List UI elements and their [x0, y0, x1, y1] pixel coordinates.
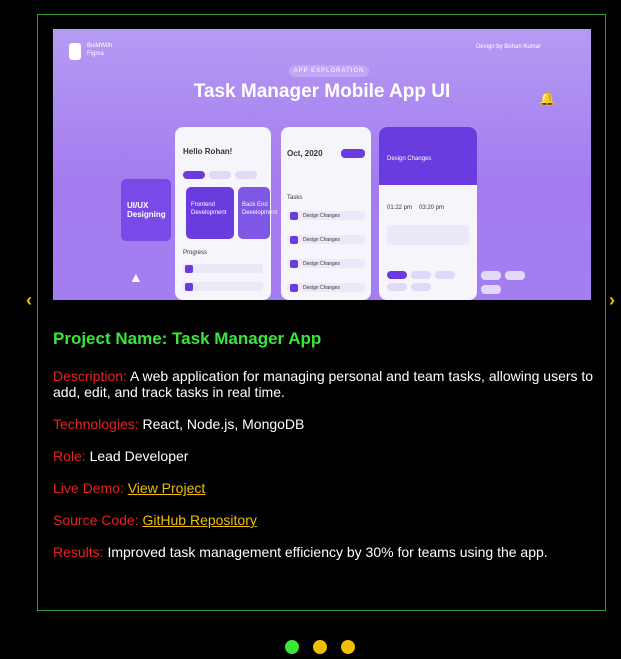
carousel-dot[interactable]	[341, 640, 355, 654]
source-code-row: Source Code: GitHub Repository	[53, 512, 598, 528]
figma-logo-icon	[69, 43, 81, 60]
description-text: A web application for managing personal …	[53, 368, 594, 400]
technologies-text: React, Node.js, MongoDB	[142, 416, 305, 432]
github-repository-link[interactable]: GitHub Repository	[143, 512, 257, 528]
role-text: Lead Developer	[89, 448, 189, 464]
carousel-dot[interactable]	[285, 640, 299, 654]
view-project-link[interactable]: View Project	[128, 480, 206, 496]
logo-text: BuildWith Figma	[87, 43, 113, 57]
bell-icon: 🔔	[539, 91, 556, 106]
results-row: Results: Improved task management effici…	[53, 544, 598, 560]
mockup-phone-calendar: Oct, 2020 Tasks Design Changes Design Ch…	[281, 127, 371, 300]
mockup-phone-detail: Design Changes 01:22 pm 03:20 pm	[379, 127, 477, 300]
design-credit: Design by Bohan Kumar	[475, 44, 541, 50]
technologies-label: Technologies:	[53, 416, 139, 432]
description-row: Description: A web application for manag…	[53, 368, 598, 400]
project-details: Project Name: Task Manager App Descripti…	[53, 329, 598, 576]
carousel-prev-button[interactable]: ‹	[26, 290, 32, 311]
exploration-badge: APP EXPLORATION	[289, 65, 369, 77]
description-label: Description:	[53, 368, 127, 384]
rocket-icon: ▲	[129, 269, 143, 285]
role-label: Role:	[53, 448, 86, 464]
role-row: Role: Lead Developer	[53, 448, 598, 464]
carousel-next-button[interactable]: ›	[609, 290, 615, 311]
results-label: Results:	[53, 544, 104, 560]
carousel-indicators	[285, 640, 355, 654]
project-card: BuildWith Figma Design by Bohan Kumar AP…	[37, 14, 606, 611]
live-demo-row: Live Demo: View Project	[53, 480, 598, 496]
project-name: Project Name: Task Manager App	[53, 329, 322, 348]
carousel-dot[interactable]	[313, 640, 327, 654]
category-tile: Back End Development	[238, 187, 277, 239]
project-screenshot: BuildWith Figma Design by Bohan Kumar AP…	[53, 29, 591, 300]
results-text: Improved task management efficiency by 3…	[107, 544, 548, 560]
source-code-label: Source Code:	[53, 512, 139, 528]
technologies-row: Technologies: React, Node.js, MongoDB	[53, 416, 598, 432]
category-tile: UI/UX Designing	[121, 179, 171, 241]
category-tile: Frontend Development	[186, 187, 234, 239]
live-demo-label: Live Demo:	[53, 480, 124, 496]
hero-title: Task Manager Mobile App UI	[193, 81, 451, 102]
